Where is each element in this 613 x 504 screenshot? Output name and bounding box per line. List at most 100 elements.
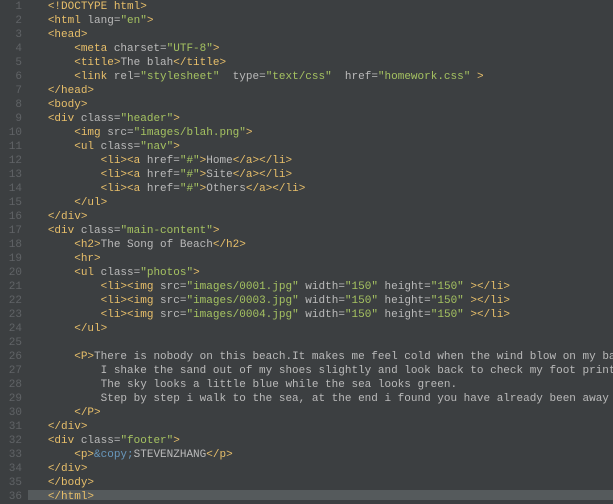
line-number[interactable]: 32: [0, 434, 22, 448]
code-token: STEVENZHANG: [134, 449, 207, 461]
code-line[interactable]: </body>: [28, 476, 613, 490]
code-line[interactable]: </div>: [28, 420, 613, 434]
line-number[interactable]: 11: [0, 140, 22, 154]
line-number[interactable]: 26: [0, 350, 22, 364]
code-line[interactable]: </div>: [28, 462, 613, 476]
code-line[interactable]: <li><img src="images/0003.jpg" width="15…: [28, 294, 613, 308]
line-number[interactable]: 22: [0, 294, 22, 308]
line-number[interactable]: 21: [0, 280, 22, 294]
code-token: <p>: [74, 449, 94, 461]
code-line[interactable]: <div class="footer">: [28, 434, 613, 448]
code-token: type: [233, 71, 259, 83]
code-area[interactable]: <!DOCTYPE html> <html lang="en"> <head> …: [28, 0, 613, 500]
code-line[interactable]: </P>: [28, 406, 613, 420]
code-line[interactable]: <hr>: [28, 252, 613, 266]
code-line[interactable]: The sky looks a little blue while the se…: [28, 378, 613, 392]
code-token: width: [305, 295, 338, 307]
code-line[interactable]: Step by step i walk to the sea, at the e…: [28, 392, 613, 406]
line-number[interactable]: 2: [0, 14, 22, 28]
code-token: "images/0004.jpg": [186, 309, 298, 321]
code-line[interactable]: <meta charset="UTF-8">: [28, 42, 613, 56]
line-number[interactable]: 3: [0, 28, 22, 42]
code-line[interactable]: </div>: [28, 210, 613, 224]
code-token: class: [81, 225, 114, 237]
line-number[interactable]: 34: [0, 462, 22, 476]
code-line[interactable]: <li><a href="#">Others</a></li>: [28, 182, 613, 196]
line-number[interactable]: 29: [0, 392, 22, 406]
line-number[interactable]: 16: [0, 210, 22, 224]
code-line[interactable]: </html>: [28, 490, 613, 500]
code-token: "footer": [120, 435, 173, 447]
code-token: href: [147, 155, 173, 167]
code-token: [219, 71, 232, 83]
line-number[interactable]: 31: [0, 420, 22, 434]
code-token: "#": [180, 183, 200, 195]
code-token: =: [173, 169, 180, 181]
line-number[interactable]: 9: [0, 112, 22, 126]
code-token: </h2>: [213, 239, 246, 251]
code-token: >: [213, 225, 220, 237]
code-line[interactable]: <html lang="en">: [28, 14, 613, 28]
line-number-gutter[interactable]: 1234567891011121314151617181920212223242…: [0, 0, 28, 500]
code-token: </a></li>: [233, 155, 292, 167]
code-line[interactable]: <body>: [28, 98, 613, 112]
code-line[interactable]: <li><img src="images/0004.jpg" width="15…: [28, 308, 613, 322]
code-line[interactable]: <ul class="nav">: [28, 140, 613, 154]
code-token: </ul>: [74, 323, 107, 335]
code-line[interactable]: <img src="images/blah.png">: [28, 126, 613, 140]
line-number[interactable]: 20: [0, 266, 22, 280]
code-line[interactable]: </head>: [28, 84, 613, 98]
line-number[interactable]: 27: [0, 364, 22, 378]
code-line[interactable]: <li><a href="#">Site</a></li>: [28, 168, 613, 182]
code-line[interactable]: <div class="main-content">: [28, 224, 613, 238]
line-number[interactable]: 14: [0, 182, 22, 196]
line-number[interactable]: 13: [0, 168, 22, 182]
line-number[interactable]: 18: [0, 238, 22, 252]
line-number[interactable]: 25: [0, 336, 22, 350]
code-token: There is nobody on this beach.It makes m…: [94, 351, 613, 363]
line-number[interactable]: 12: [0, 154, 22, 168]
code-line[interactable]: <li><a href="#">Home</a></li>: [28, 154, 613, 168]
code-line[interactable]: </ul>: [28, 196, 613, 210]
code-token: <li><img: [101, 281, 160, 293]
code-token: height: [385, 295, 425, 307]
line-number[interactable]: 35: [0, 476, 22, 490]
code-line[interactable]: <ul class="photos">: [28, 266, 613, 280]
code-token: <li><img: [101, 295, 160, 307]
line-number[interactable]: 23: [0, 308, 22, 322]
line-number[interactable]: 1: [0, 0, 22, 14]
code-token: </body>: [48, 477, 94, 489]
code-line[interactable]: <link rel="stylesheet" type="text/css" h…: [28, 70, 613, 84]
code-line[interactable]: I shake the sand out of my shoes slightl…: [28, 364, 613, 378]
line-number[interactable]: 36: [0, 490, 22, 504]
line-number[interactable]: 7: [0, 84, 22, 98]
code-token: =: [259, 71, 266, 83]
code-line[interactable]: <p>&copy;STEVENZHANG</p>: [28, 448, 613, 462]
line-number[interactable]: 15: [0, 196, 22, 210]
line-number[interactable]: 6: [0, 70, 22, 84]
code-token: class: [101, 141, 134, 153]
line-number[interactable]: 19: [0, 252, 22, 266]
code-line[interactable]: <li><img src="images/0001.jpg" width="15…: [28, 280, 613, 294]
line-number[interactable]: 33: [0, 448, 22, 462]
line-number[interactable]: 17: [0, 224, 22, 238]
code-line[interactable]: [28, 336, 613, 350]
code-line[interactable]: </ul>: [28, 322, 613, 336]
line-number[interactable]: 5: [0, 56, 22, 70]
code-line[interactable]: <!DOCTYPE html>: [28, 0, 613, 14]
line-number[interactable]: 8: [0, 98, 22, 112]
line-number[interactable]: 4: [0, 42, 22, 56]
code-token: >: [470, 71, 483, 83]
code-token: </P>: [74, 407, 100, 419]
line-number[interactable]: 30: [0, 406, 22, 420]
code-token: "images/0003.jpg": [186, 295, 298, 307]
line-number[interactable]: 10: [0, 126, 22, 140]
code-line[interactable]: <P>There is nobody on this beach.It make…: [28, 350, 613, 364]
code-line[interactable]: <h2>The Song of Beach</h2>: [28, 238, 613, 252]
code-line[interactable]: <div class="header">: [28, 112, 613, 126]
line-number[interactable]: 28: [0, 378, 22, 392]
code-line[interactable]: <title>The blah</title>: [28, 56, 613, 70]
code-line[interactable]: <head>: [28, 28, 613, 42]
code-token: =: [127, 127, 134, 139]
line-number[interactable]: 24: [0, 322, 22, 336]
